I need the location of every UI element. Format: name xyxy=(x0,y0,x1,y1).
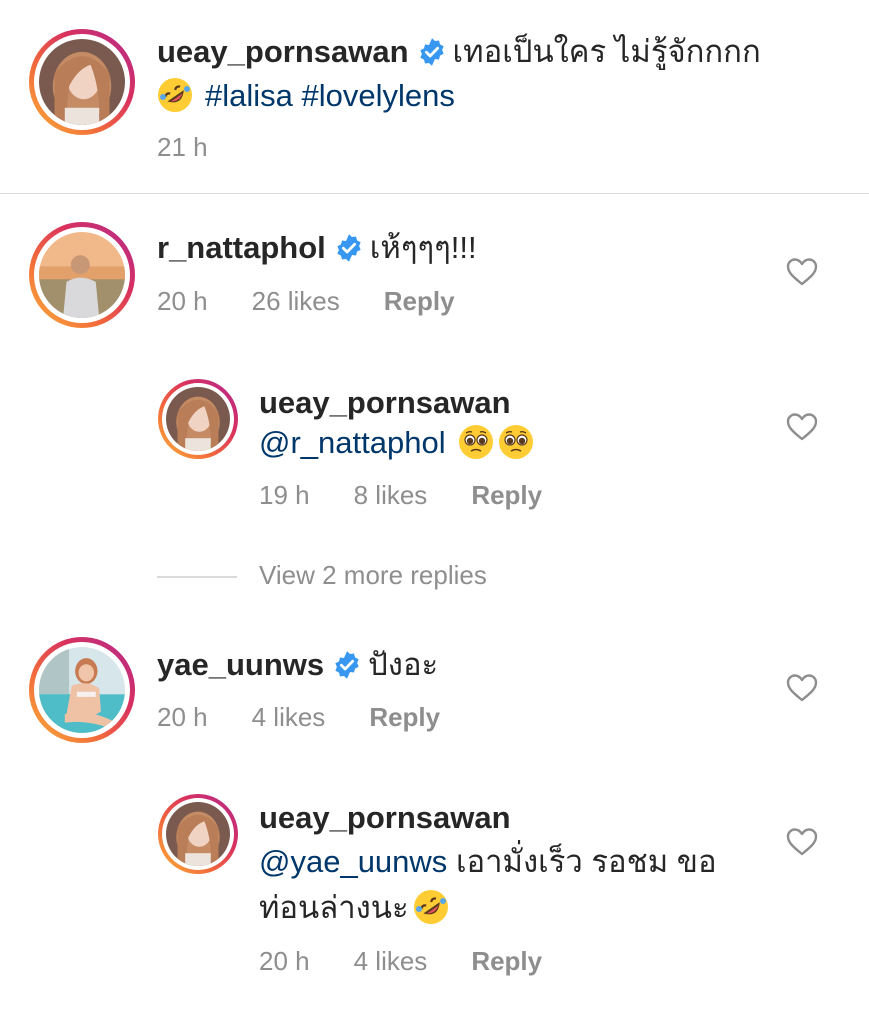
reply-1-time: 19 h xyxy=(259,480,310,510)
reply-2-text-1: เอามั่งเร็ว รอชม ขอ xyxy=(455,844,717,879)
heart-outline-icon[interactable] xyxy=(786,412,818,442)
heart-outline-icon[interactable] xyxy=(786,673,818,703)
rolling-on-floor-laughing-emoji-icon xyxy=(157,77,193,113)
caption-text: เทอเป็นใคร ไม่รู้จักกกก xyxy=(452,34,761,69)
comment-1-time: 20 h xyxy=(157,286,208,316)
verified-badge-icon xyxy=(332,650,362,680)
profile-photo xyxy=(166,387,230,451)
heart-outline-icon[interactable] xyxy=(786,257,818,287)
heart-outline-icon[interactable] xyxy=(786,827,818,857)
divider xyxy=(157,576,237,579)
view-more-replies-button[interactable]: View 2 more replies xyxy=(157,560,487,591)
profile-photo xyxy=(39,647,125,733)
comment-1-likes[interactable]: 26 likes xyxy=(252,286,340,317)
view-more-replies-label: View 2 more replies xyxy=(259,560,487,590)
comment-2-time: 20 h xyxy=(157,702,208,732)
reply-2-text-2: ท่อนล่างนะ xyxy=(259,890,409,925)
verified-badge-icon xyxy=(417,37,447,67)
rolling-on-floor-laughing-emoji-icon xyxy=(413,889,449,925)
avatar-ueay-pornsawan[interactable] xyxy=(158,379,238,459)
caption-hashtags[interactable]: #lalisa #lovelylens xyxy=(205,78,455,113)
reply-1-reply-button[interactable]: Reply xyxy=(471,480,542,511)
profile-photo xyxy=(39,232,125,318)
avatar-ueay-pornsawan[interactable] xyxy=(158,794,238,874)
reply-1-username[interactable]: ueay_pornsawan xyxy=(259,385,511,420)
reply-2-likes[interactable]: 4 likes xyxy=(354,946,428,977)
reply-2-username-line: ueay_pornsawan xyxy=(259,798,511,838)
reply-2-username[interactable]: ueay_pornsawan xyxy=(259,800,511,835)
reply-1-username-line: ueay_pornsawan xyxy=(259,383,511,423)
comment-1-meta: 20 h 26 likes Reply xyxy=(157,286,499,317)
profile-photo xyxy=(166,802,230,866)
avatar-r-nattaphol[interactable] xyxy=(29,222,135,328)
caption-line-1: ueay_pornsawan เทอเป็นใคร ไม่รู้จักกกก xyxy=(157,32,761,72)
comment-2-reply-button[interactable]: Reply xyxy=(369,702,440,733)
avatar-ueay-pornsawan[interactable] xyxy=(29,29,135,135)
reply-2-text-line-1: @yae_uunws เอามั่งเร็ว รอชม ขอ xyxy=(259,842,717,882)
reply-1-meta: 19 h 8 likes Reply xyxy=(259,480,586,511)
comment-2-likes[interactable]: 4 likes xyxy=(252,702,326,733)
reply-1-likes[interactable]: 8 likes xyxy=(354,480,428,511)
caption-line-2: #lalisa #lovelylens xyxy=(157,76,455,116)
caption-meta: 21 h xyxy=(157,132,252,163)
comment-2-text: ปังอะ xyxy=(368,647,439,682)
reply-2-meta: 20 h 4 likes Reply xyxy=(259,946,586,977)
comment-1-reply-button[interactable]: Reply xyxy=(384,286,455,317)
comment-2-meta: 20 h 4 likes Reply xyxy=(157,702,484,733)
avatar-yae-uunws[interactable] xyxy=(29,637,135,743)
pleading-face-emoji-icon xyxy=(498,424,534,460)
divider xyxy=(0,193,869,194)
reply-1-mention[interactable]: @r_nattaphol xyxy=(259,425,446,460)
reply-2-text-line-2: ท่อนล่างนะ xyxy=(259,888,449,928)
reply-2-time: 20 h xyxy=(259,946,310,976)
comment-1-line: r_nattaphol เห้ๆๆๆ!!! xyxy=(157,228,477,268)
reply-2-mention[interactable]: @yae_uunws xyxy=(259,844,447,879)
pleading-face-emoji-icon xyxy=(458,424,494,460)
reply-1-text-line: @r_nattaphol xyxy=(259,423,534,463)
caption-username[interactable]: ueay_pornsawan xyxy=(157,34,409,69)
comment-1-username[interactable]: r_nattaphol xyxy=(157,230,326,265)
reply-2-reply-button[interactable]: Reply xyxy=(471,946,542,977)
verified-badge-icon xyxy=(334,233,364,263)
comment-2-username[interactable]: yae_uunws xyxy=(157,647,324,682)
comment-1-text: เห้ๆๆๆ!!! xyxy=(369,230,477,265)
caption-time: 21 h xyxy=(157,132,208,162)
comment-2-line: yae_uunws ปังอะ xyxy=(157,645,438,685)
profile-photo xyxy=(39,39,125,125)
